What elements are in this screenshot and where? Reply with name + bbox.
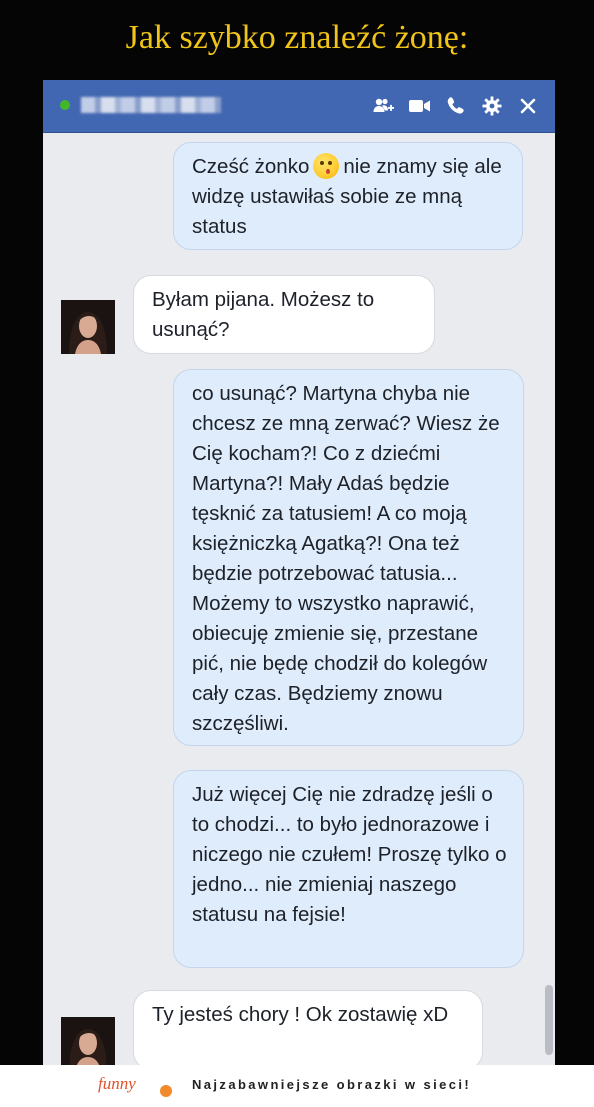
phone-icon[interactable] — [439, 89, 473, 123]
message-text: Ty jesteś chory ! Ok zostawię xD — [152, 1003, 449, 1026]
chat-window: Cześć żonko nie znamy się ale widzę ustaw… — [43, 80, 555, 1065]
message-incoming: Ty jesteś chory ! Ok zostawię xD — [133, 990, 483, 1065]
close-icon[interactable] — [511, 89, 545, 123]
site-logo[interactable]: funny — [98, 1074, 136, 1094]
contact-name-blurred[interactable] — [81, 97, 221, 113]
footer-tagline: Najzabawniejsze obrazki w sieci! — [192, 1077, 472, 1092]
message-text: co usunąć? Martyna chyba nie chcesz ze m… — [192, 382, 500, 735]
message-text: Cześć żonko — [192, 155, 310, 178]
gear-icon[interactable] — [475, 89, 509, 123]
avatar[interactable] — [61, 300, 115, 354]
avatar[interactable] — [61, 1017, 115, 1065]
logo-dot-icon — [160, 1085, 172, 1097]
header-actions — [367, 80, 545, 132]
footer: funny Najzabawniejsze obrazki w sieci! — [0, 1065, 594, 1107]
scrollbar[interactable] — [545, 985, 553, 1055]
message-incoming: Byłam pijana. Możesz to usunąć? — [133, 275, 435, 354]
message-text: Byłam pijana. Możesz to usunąć? — [152, 288, 375, 341]
chat-header — [43, 80, 555, 133]
message-outgoing: co usunąć? Martyna chyba nie chcesz ze m… — [173, 369, 524, 746]
message-list: Cześć żonko nie znamy się ale widzę ustaw… — [43, 132, 555, 1065]
kiss-emoji-icon — [313, 153, 340, 179]
message-outgoing: Już więcej Cię nie zdradzę jeśli o to ch… — [173, 770, 524, 968]
message-text: Już więcej Cię nie zdradzę jeśli o to ch… — [192, 783, 507, 926]
add-user-icon[interactable] — [367, 89, 401, 123]
message-outgoing: Cześć żonko nie znamy się ale widzę ustaw… — [173, 142, 523, 250]
page-title: Jak szybko znaleźć żonę: — [125, 19, 469, 56]
video-call-icon[interactable] — [403, 89, 437, 123]
online-status-dot — [60, 100, 70, 110]
